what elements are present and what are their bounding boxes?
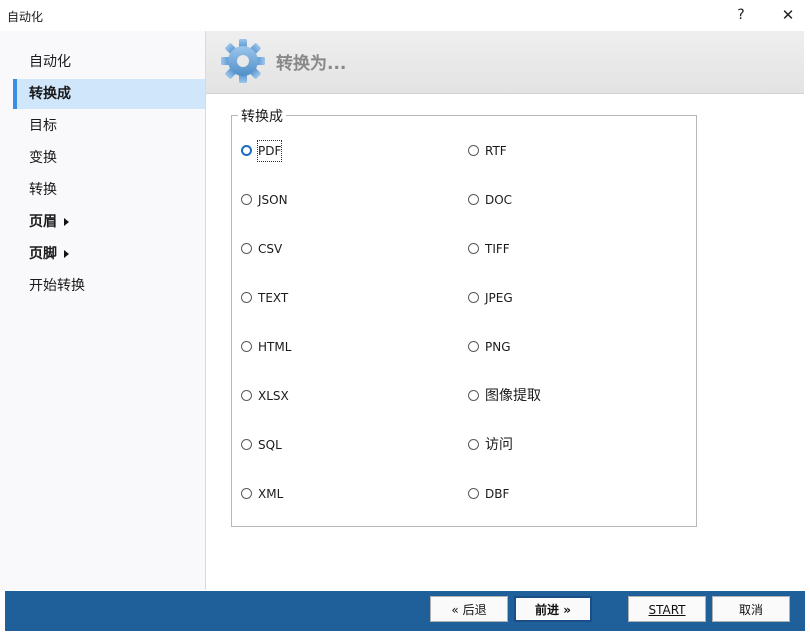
sidebar-item-automation[interactable]: 自动化 [13, 47, 205, 77]
sidebar-item-footer[interactable]: 页脚 [13, 239, 205, 269]
cancel-button[interactable]: 取消 [712, 596, 790, 622]
expand-arrow-icon [64, 218, 69, 226]
radio-button[interactable] [241, 194, 252, 205]
option-label: JPEG [485, 291, 513, 305]
option-label: PDF [256, 140, 283, 162]
radio-button[interactable] [241, 488, 252, 499]
sidebar-item-convert[interactable]: 转换 [13, 175, 205, 205]
radio-button[interactable] [468, 243, 479, 254]
option-label: PNG [485, 340, 511, 354]
gear-icon [221, 39, 265, 83]
sidebar-item-transform[interactable]: 变换 [13, 143, 205, 173]
sidebar-item-convert-to[interactable]: 转换成 [13, 79, 205, 109]
option-label: 图像提取 [485, 388, 541, 404]
radio-button[interactable] [241, 292, 252, 303]
page-header: 转换为... [206, 31, 804, 94]
window-title: 自动化 [7, 10, 44, 24]
option-label: CSV [258, 242, 283, 256]
sidebar-item-label: 目标 [29, 118, 57, 134]
next-button[interactable]: 前进 » [514, 596, 592, 622]
sidebar: 自动化 转换成 目标 变换 转换 页眉 页脚 开始转换 [0, 31, 206, 590]
option-label: XML [258, 487, 284, 501]
sidebar-item-start-conversion[interactable]: 开始转换 [13, 271, 205, 301]
footer-bar: « 后退 前进 » START 取消 [5, 591, 805, 631]
sidebar-item-label: 页眉 [29, 214, 57, 230]
sidebar-item-header[interactable]: 页眉 [13, 207, 205, 237]
expand-arrow-icon [64, 250, 69, 258]
radio-button[interactable] [468, 194, 479, 205]
radio-button[interactable] [468, 341, 479, 352]
radio-button[interactable] [468, 292, 479, 303]
radio-button[interactable] [241, 390, 252, 401]
radio-button[interactable] [241, 243, 252, 254]
back-button[interactable]: « 后退 [430, 596, 508, 622]
sidebar-item-label: 变换 [29, 150, 57, 166]
page-title: 转换为... [276, 54, 347, 74]
option-label: TIFF [485, 242, 510, 256]
option-label: SQL [258, 438, 282, 452]
radio-button[interactable] [241, 439, 252, 450]
option-label: 访问 [485, 437, 513, 453]
option-label: DOC [485, 193, 513, 207]
option-label: XLSX [258, 389, 289, 403]
radio-button[interactable] [468, 145, 479, 156]
start-button[interactable]: START [628, 596, 706, 622]
option-label: JSON [258, 193, 288, 207]
title-bar: 自动化 ? ✕ [0, 0, 810, 31]
sidebar-item-label: 转换成 [29, 86, 71, 102]
sidebar-item-label: 页脚 [29, 246, 57, 262]
sidebar-item-target[interactable]: 目标 [13, 111, 205, 141]
main-panel: 转换为... 转换成 PDF JSON CSV TEXT HTML XLSX S… [206, 31, 810, 590]
help-button[interactable]: ? [726, 4, 756, 26]
sidebar-item-label: 开始转换 [29, 278, 85, 294]
option-label: HTML [258, 340, 292, 354]
radio-button[interactable] [241, 145, 252, 156]
convert-to-group: 转换成 PDF JSON CSV TEXT HTML XLSX SQL XML … [231, 106, 697, 527]
radio-button[interactable] [241, 341, 252, 352]
option-label: RTF [485, 144, 507, 158]
sidebar-item-label: 自动化 [29, 54, 71, 70]
option-label: TEXT [258, 291, 289, 305]
option-label: DBF [485, 487, 510, 501]
sidebar-item-label: 转换 [29, 182, 57, 198]
radio-button[interactable] [468, 488, 479, 499]
radio-button[interactable] [468, 439, 479, 450]
group-legend: 转换成 [238, 106, 286, 126]
radio-button[interactable] [468, 390, 479, 401]
close-button[interactable]: ✕ [773, 4, 803, 26]
